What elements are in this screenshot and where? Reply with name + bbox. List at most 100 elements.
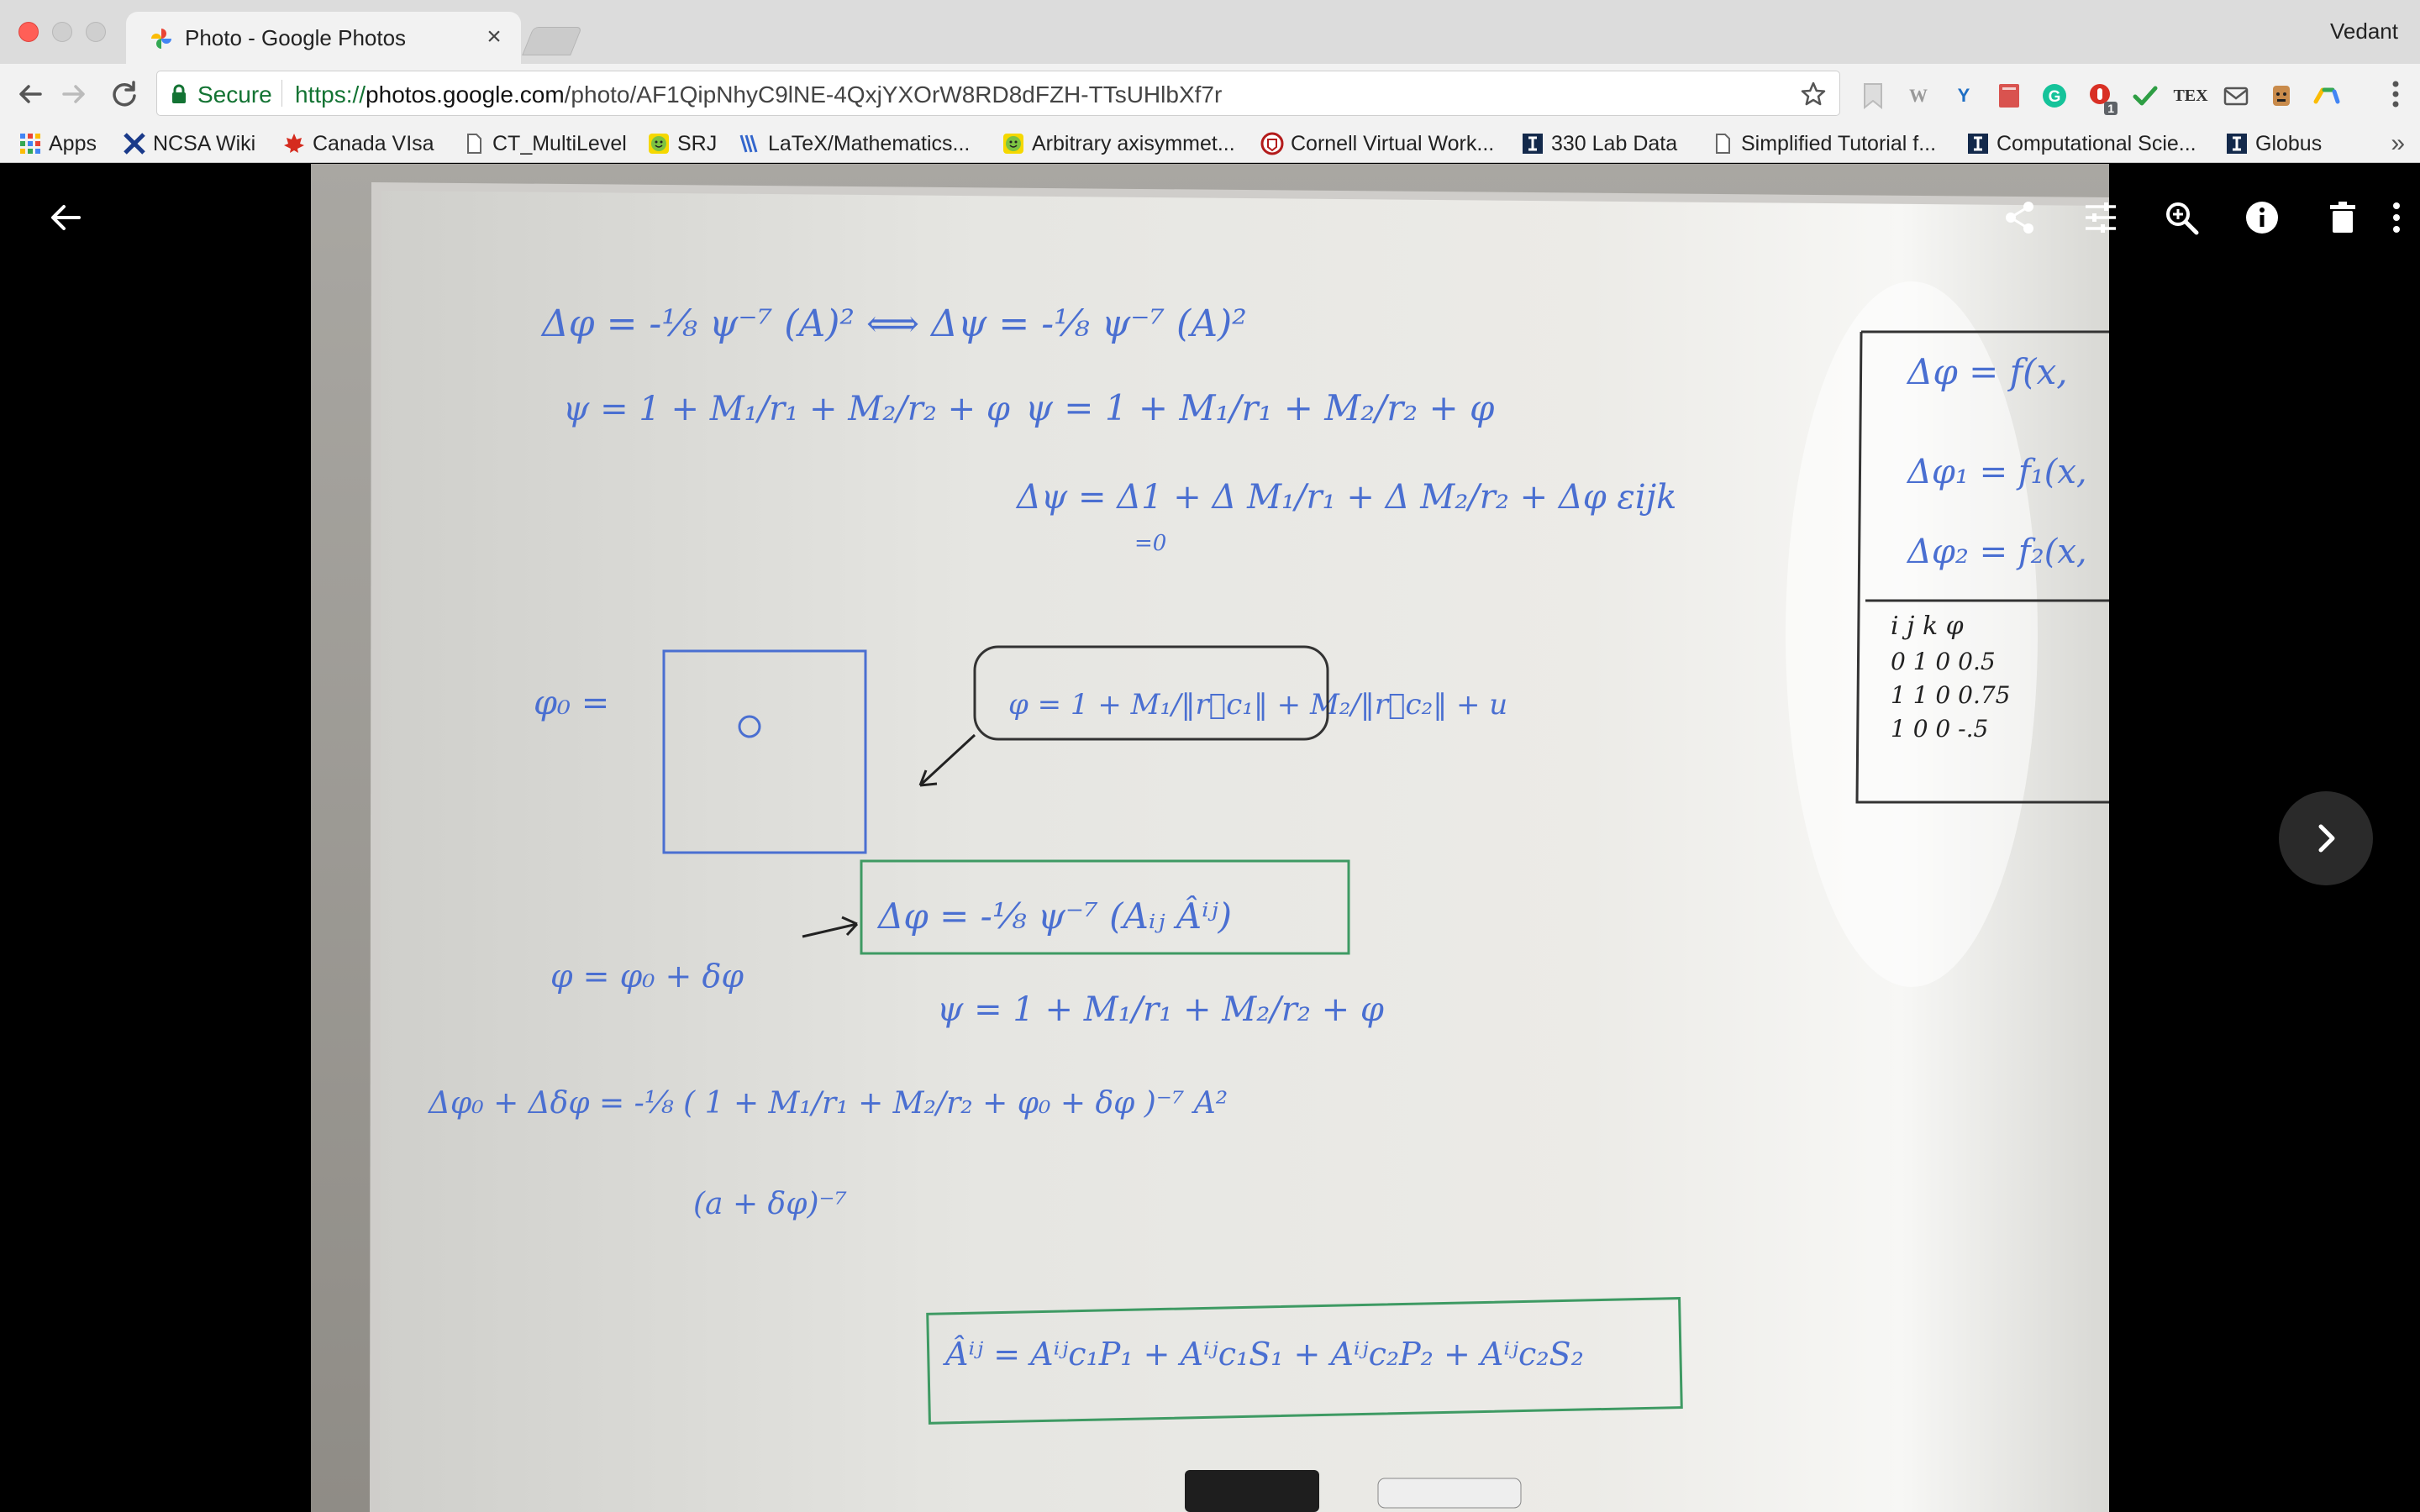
address-bar[interactable]: Secure https://photos.google.com/photo/A… [156,71,1840,116]
wb-line-10: ψ = 1 + M₁/r₁ + M₂/r₂ + φ [937,990,1384,1029]
info-button[interactable] [2232,187,2292,248]
tex-icon[interactable]: TEX [2173,80,2207,112]
extension-badge-count: 1 [2104,102,2118,115]
drive-icon[interactable] [2311,80,2343,112]
wb-line-19: 1 1 0 0.75 [1891,681,2011,709]
google-photos-pinwheel-icon [151,29,171,49]
maple-leaf-icon [284,134,304,153]
bookmark-ncsa-wiki[interactable]: NCSA Wiki [123,124,255,163]
wb-line-7: φ = 1 + M₁/‖r⃗c₁‖ + M₂/‖r⃗c₂‖ + u [1008,688,1507,722]
bookmark-330-lab-data[interactable]: 330 Lab Data [1521,124,1677,163]
new-tab-button[interactable] [522,27,582,55]
illinois-icon [1523,134,1543,154]
url-host: photos.google.com [366,81,565,108]
edit-adjust-icon [2086,202,2116,233]
wb-line-15: Δφ₁ = f₁(x, [1906,453,2087,491]
bookmark-arbitrary-axisymmetric[interactable]: Arbitrary axisymmet... [1002,124,1235,163]
illinois-icon [2227,134,2247,154]
cornell-icon [1260,132,1284,155]
window-close-button[interactable] [18,22,39,42]
viewer-actions [1916,187,2420,248]
wb-line-4: Δψ = Δ1 + Δ M₁/r₁ + Δ M₂/r₂ + Δφ εijk [1015,478,1676,517]
back-arrow-icon[interactable] [12,76,49,113]
address-separator [281,80,282,107]
arrow-back-icon[interactable] [45,197,86,238]
delete-button[interactable] [2312,187,2373,248]
wb-line-20: 1 0 0 -.5 [1891,715,1988,743]
bookmark-simplified-tutorial[interactable]: Simplified Tutorial f... [1711,124,1936,163]
url-text[interactable]: https://photos.google.com/photo/AF1QipNh… [295,81,1222,108]
apps-grid-icon [20,134,40,154]
wb-line-3: ψ = 1 + M₁/r₁ + M₂/r₂ + φ [1025,387,1495,428]
wikipedia-icon[interactable]: W [1902,80,1934,112]
wb-line-9: φ = φ₀ + δφ [550,958,744,995]
bookmark-computational-science[interactable]: Computational Scie... [1966,124,2196,163]
browser-toolbar: Secure https://photos.google.com/photo/A… [0,64,2420,124]
bookmark-srj[interactable]: SRJ [647,124,717,163]
wb-line-16: Δφ₂ = f₂(x, [1906,533,2087,571]
bookmark-ct-multilevel[interactable]: CT_MultiLevel [462,124,627,163]
bookmark-apps[interactable]: Apps [18,124,97,163]
tab-close-icon[interactable]: × [479,22,509,52]
wb-line-13: Âⁱʲ = Aⁱʲc₁P₁ + Aⁱʲc₁S₁ + Aⁱʲc₂P₂ + Aⁱʲc… [943,1336,1584,1373]
bookmark-label: Globus [2255,131,2323,155]
lock-icon [172,84,186,103]
share-icon [2006,202,2033,234]
grammarly-icon[interactable]: G [2039,80,2070,112]
more-vert-icon [2393,202,2400,233]
check-icon[interactable] [2129,80,2161,112]
extensions-bar: W Y G 1 TEX [1857,79,2343,115]
next-photo-button[interactable] [2279,791,2373,885]
chevron-right-icon [2318,824,2335,853]
avatar-extension-icon[interactable] [2265,80,2297,112]
profile-name[interactable]: Vedant [2330,18,2398,45]
wb-line-12: (a + δφ)⁻⁷ [693,1187,847,1221]
wikibooks-icon [739,134,758,153]
wb-line-18: 0 1 0 0.5 [1891,648,1996,675]
forward-arrow-icon[interactable] [55,76,92,113]
window-maximize-button[interactable] [86,22,106,42]
bookmark-label: Computational Scie... [1996,131,2196,155]
illinois-icon [1968,134,1988,154]
wb-line-5: =0 [1134,531,1166,556]
bookmark-globus[interactable]: Globus [2225,124,2322,163]
bookmarks-overflow-button[interactable]: » [2391,129,2405,158]
wb-line-6: φ₀ = [534,684,609,722]
bookmark-label: Arbitrary axisymmet... [1032,131,1235,155]
notes-icon[interactable] [1993,80,2025,112]
zoom-button[interactable] [2151,187,2212,248]
whiteboard-photo[interactable]: Δφ = -⅛ ψ⁻⁷ (A)² ⟺ Δψ = -⅛ ψ⁻⁷ (A)² ψ = … [311,164,2109,1512]
bookmark-star-icon[interactable] [1799,80,1828,108]
yammer-icon[interactable]: Y [1948,80,1980,112]
bookmark-label: 330 Lab Data [1551,131,1678,155]
bookmark-label: NCSA Wiki [153,131,256,155]
edit-button[interactable] [2070,187,2131,248]
url-scheme: https:// [295,81,366,108]
wb-line-17: i j k φ [1891,612,1964,641]
bookmark-label: CT_MultiLevel [492,131,627,155]
browser-menu-icon[interactable] [2383,77,2408,111]
window-minimize-button[interactable] [52,22,72,42]
more-options-button[interactable] [2366,187,2420,248]
browser-tab-active[interactable]: Photo - Google Photos × [126,12,521,64]
pdf-badge-icon[interactable]: 1 [2084,80,2118,115]
url-path: /photo/AF1QipNhyC9lNE-4QxjYXOrW8RD8dFZH-… [564,81,1223,108]
bookmark-label: Cornell Virtual Work... [1291,131,1495,155]
bookmark-icon[interactable] [1857,80,1889,112]
mail-icon[interactable] [2220,80,2252,112]
info-icon [2246,202,2278,234]
share-button[interactable] [1990,187,2050,248]
reload-icon[interactable] [106,76,143,113]
photo-viewer: Δφ = -⅛ ψ⁻⁷ (A)² ⟺ Δψ = -⅛ ψ⁻⁷ (A)² ψ = … [0,164,2420,1512]
bookmark-label: SRJ [677,131,718,155]
smiley-icon [1003,134,1023,154]
bookmark-label: LaTeX/Mathematics... [768,131,971,155]
bookmark-canada-visa[interactable]: Canada VIsa [282,124,434,163]
bookmark-latex-mathematics[interactable]: LaTeX/Mathematics... [738,124,970,163]
page-icon [467,134,481,154]
delete-icon [2330,202,2355,233]
smiley-icon [649,134,669,154]
secure-label: Secure [197,81,272,108]
bookmark-cornell-virtual-workshop[interactable]: Cornell Virtual Work... [1260,124,1494,163]
bookmark-label: Simplified Tutorial f... [1741,131,1937,155]
